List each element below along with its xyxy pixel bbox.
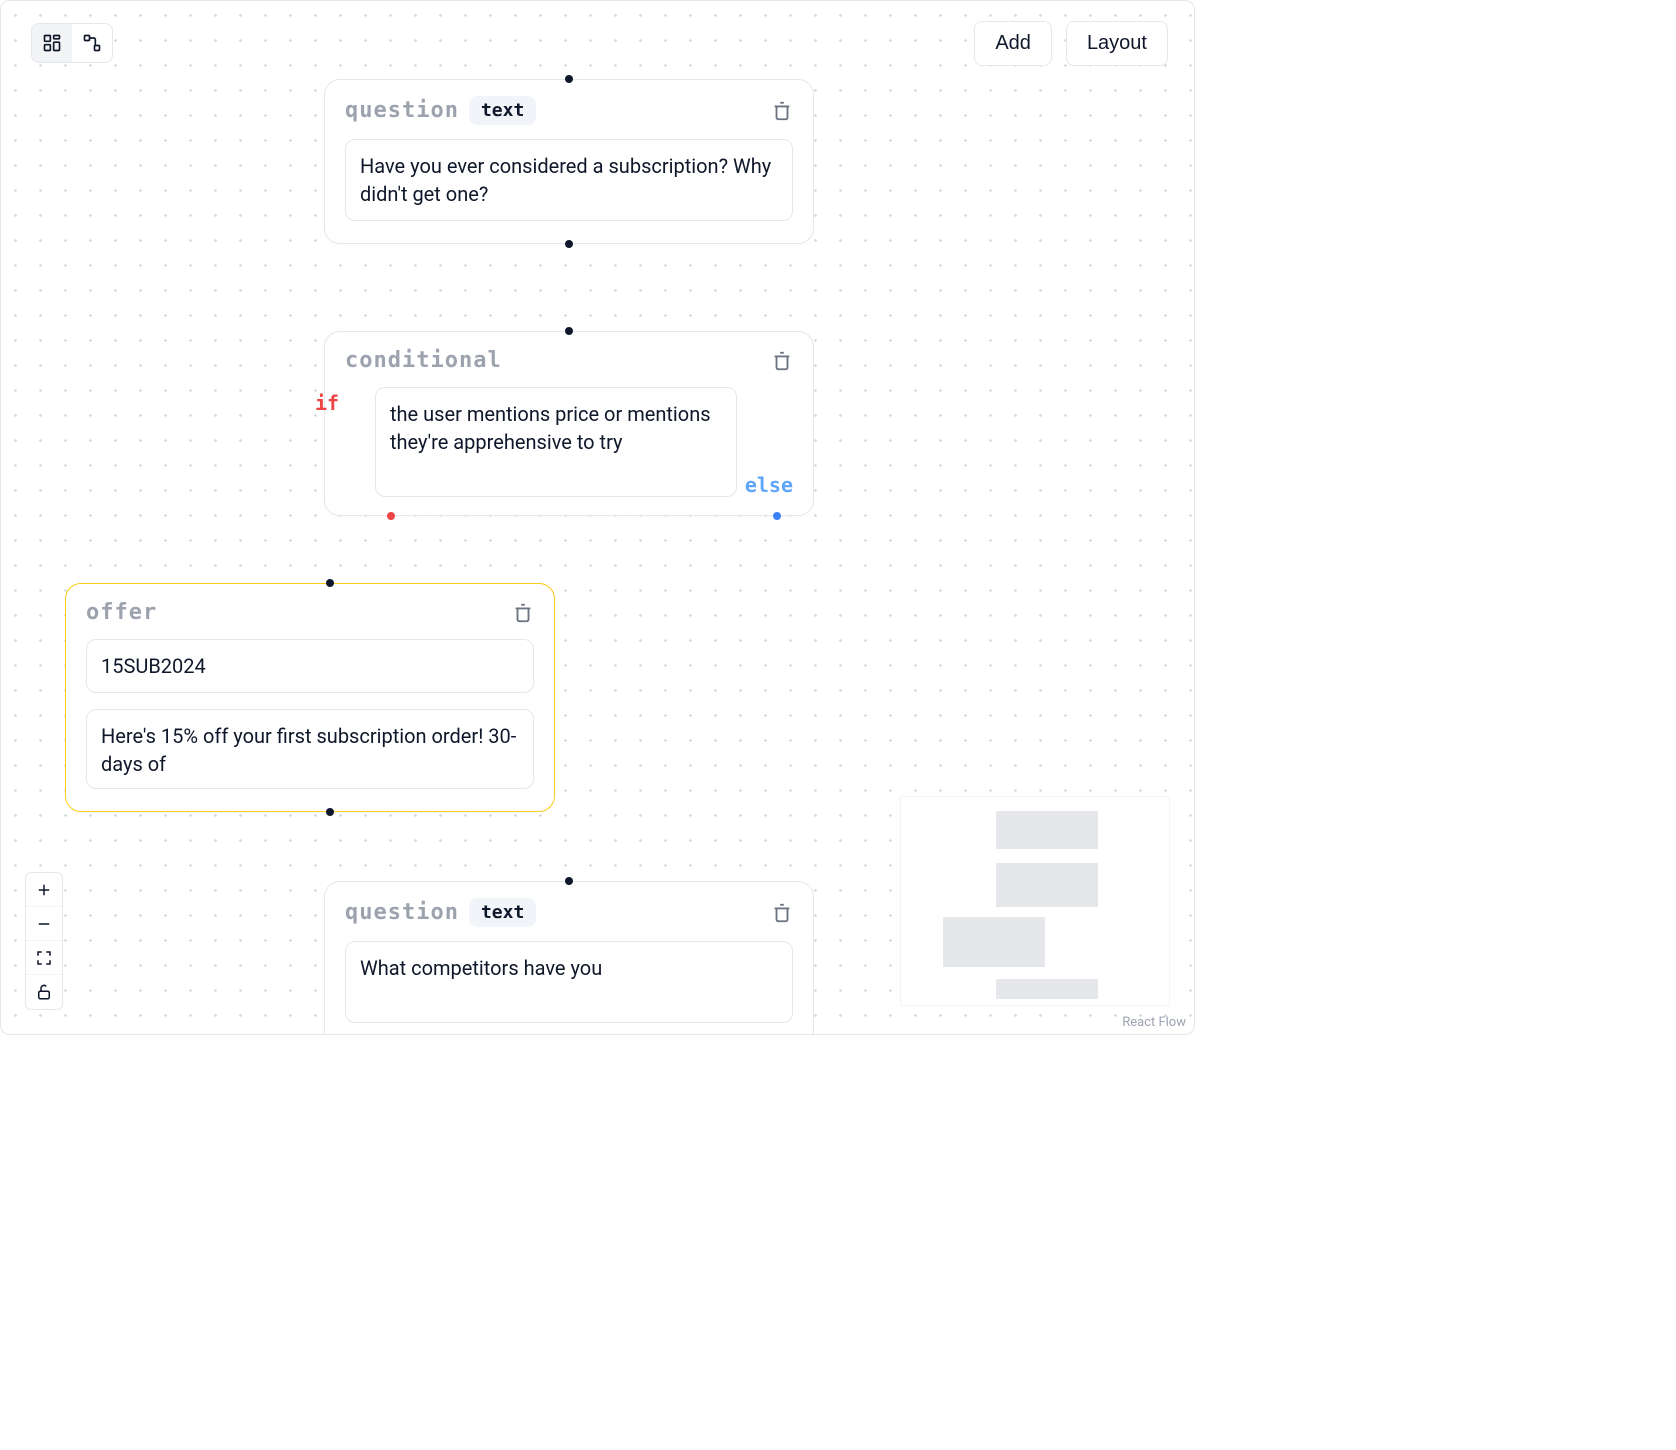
zoom-controls — [25, 872, 63, 1010]
handle-top[interactable] — [565, 75, 573, 83]
if-label: if — [315, 391, 339, 415]
minimap-node — [996, 863, 1098, 907]
offer-pitch-field[interactable] — [86, 709, 534, 789]
trash-icon — [771, 100, 793, 122]
offer-code-field[interactable] — [86, 639, 534, 693]
handle-bottom[interactable] — [326, 808, 334, 816]
layout-button[interactable]: Layout — [1066, 21, 1168, 66]
flow-canvas[interactable]: Add Layout question text conditional — [0, 0, 1195, 1035]
delete-node-button[interactable] — [771, 902, 793, 924]
condition-field[interactable] — [375, 387, 737, 497]
node-question-2[interactable]: question text — [324, 881, 814, 1035]
delete-node-button[interactable] — [512, 602, 534, 624]
view-mode-tree[interactable] — [72, 24, 112, 62]
add-button[interactable]: Add — [974, 21, 1052, 66]
zoom-out-button[interactable] — [26, 907, 62, 941]
else-label: else — [745, 473, 793, 497]
question-type-badge: text — [469, 898, 536, 927]
node-type-label: conditional — [345, 348, 502, 373]
minimap[interactable] — [900, 796, 1170, 1006]
node-conditional[interactable]: conditional if else — [324, 331, 814, 516]
trash-icon — [771, 902, 793, 924]
tree-icon — [82, 33, 102, 53]
plus-icon — [35, 881, 53, 899]
minus-icon — [35, 915, 53, 933]
trash-icon — [771, 350, 793, 372]
grid-icon — [42, 33, 62, 53]
maximize-icon — [35, 949, 53, 967]
handle-top[interactable] — [565, 327, 573, 335]
unlock-icon — [35, 983, 53, 1001]
node-type-label: question — [345, 900, 459, 925]
view-mode-grid[interactable] — [32, 24, 72, 62]
view-mode-toggle — [31, 23, 113, 63]
node-offer[interactable]: offer — [65, 583, 555, 812]
delete-node-button[interactable] — [771, 100, 793, 122]
handle-top[interactable] — [326, 579, 334, 587]
trash-icon — [512, 602, 534, 624]
lock-toggle-button[interactable] — [26, 975, 62, 1009]
question-type-badge: text — [469, 96, 536, 125]
handle-else[interactable] — [773, 512, 781, 520]
fit-view-button[interactable] — [26, 941, 62, 975]
node-question-1[interactable]: question text — [324, 79, 814, 244]
node-type-label: question — [345, 98, 459, 123]
handle-top[interactable] — [565, 877, 573, 885]
question-text-field[interactable] — [345, 941, 793, 1023]
handle-bottom[interactable] — [565, 240, 573, 248]
zoom-in-button[interactable] — [26, 873, 62, 907]
minimap-node — [996, 811, 1098, 849]
attribution-label: React Flow — [1122, 1015, 1186, 1030]
question-text-field[interactable] — [345, 139, 793, 221]
minimap-node — [943, 917, 1045, 967]
top-actions: Add Layout — [974, 21, 1168, 66]
node-type-label: offer — [86, 600, 157, 625]
handle-if[interactable] — [387, 512, 395, 520]
minimap-node — [996, 979, 1098, 999]
delete-node-button[interactable] — [771, 350, 793, 372]
